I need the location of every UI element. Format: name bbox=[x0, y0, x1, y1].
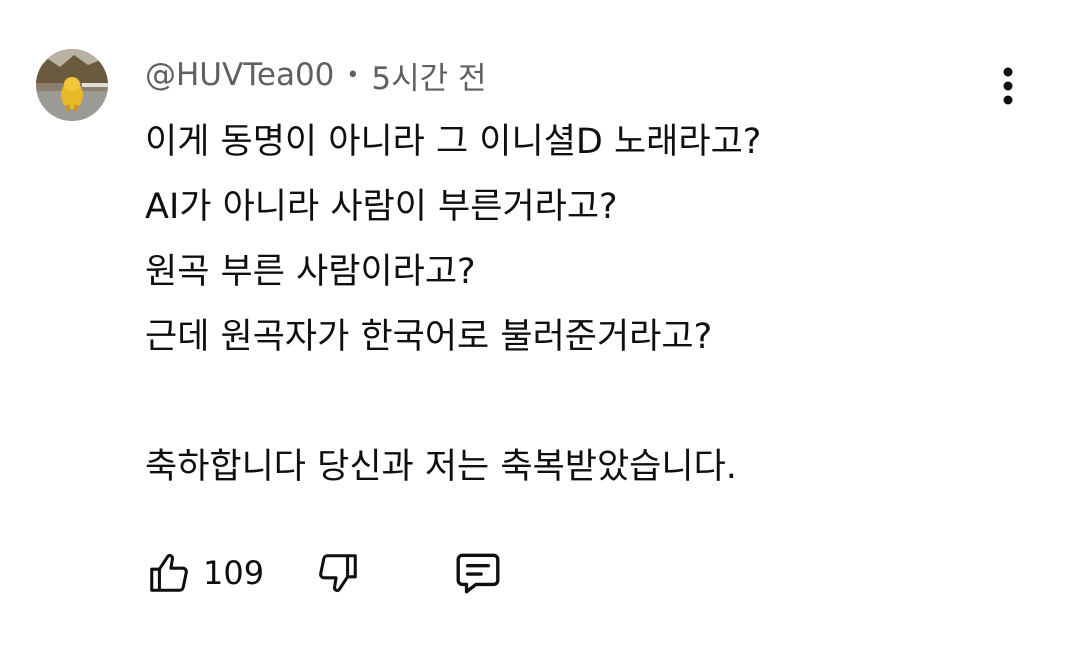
comment-blank-line bbox=[145, 370, 1025, 435]
comment-text: 이게 동명이 아니라 그 이니셜D 노래라고? AI가 아니라 사람이 부른거라… bbox=[145, 110, 1025, 500]
comment-line: 축하합니다 당신과 저는 축복받았습니다. bbox=[145, 447, 737, 487]
avatar-image bbox=[36, 49, 108, 121]
meta-separator: • bbox=[346, 62, 360, 88]
thumb-down-icon bbox=[319, 554, 357, 592]
more-vertical-icon bbox=[1003, 67, 1013, 105]
like-button[interactable] bbox=[143, 547, 195, 599]
comment-line: 근데 원곡자가 한국어로 불러준거라고? bbox=[145, 317, 713, 357]
comment-time[interactable]: 5시간 전 bbox=[371, 53, 486, 98]
comment-line: 원곡 부른 사람이라고? bbox=[145, 252, 476, 292]
reply-button[interactable] bbox=[452, 547, 504, 599]
dislike-button[interactable] bbox=[312, 547, 364, 599]
comment-actions: 109 bbox=[143, 544, 504, 602]
avatar[interactable] bbox=[36, 49, 108, 121]
thumb-up-icon bbox=[150, 554, 188, 592]
comment-line: 이게 동명이 아니라 그 이니셜D 노래라고? bbox=[145, 122, 762, 162]
more-options-button[interactable] bbox=[988, 62, 1028, 110]
like-count: 109 bbox=[203, 554, 265, 592]
author-name[interactable]: @HUVTea00 bbox=[145, 57, 334, 93]
comment-line: AI가 아니라 사람이 부른거라고? bbox=[145, 187, 618, 227]
comment-header: @HUVTea00 • 5시간 전 bbox=[145, 53, 487, 98]
comment-icon bbox=[456, 553, 500, 594]
